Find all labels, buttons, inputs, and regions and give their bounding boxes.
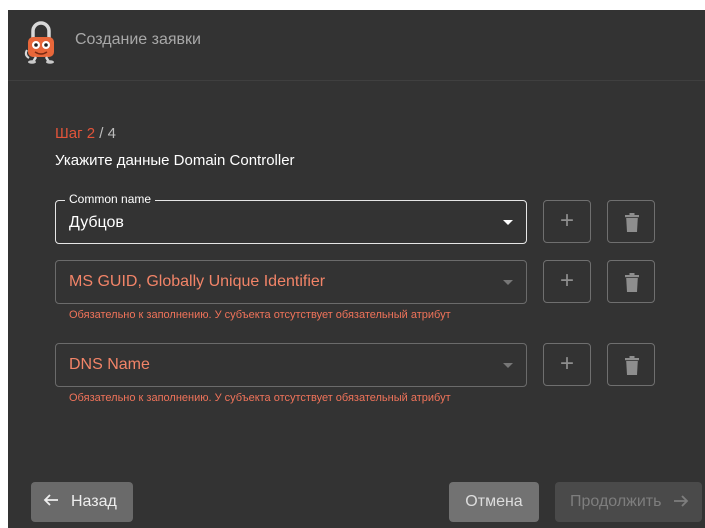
add-attribute-button[interactable]: + — [543, 343, 591, 386]
step-indicator: Шаг 2 / 4 — [55, 125, 116, 142]
arrow-right-icon — [674, 495, 689, 507]
field-value: MS GUID, Globally Unique Identifier — [69, 273, 326, 290]
chevron-down-icon — [503, 363, 513, 368]
back-button[interactable]: Назад — [31, 482, 133, 522]
dns-name-select[interactable]: DNS Name — [55, 343, 527, 387]
chevron-down-icon — [503, 220, 513, 225]
back-label: Назад — [71, 493, 117, 510]
add-attribute-button[interactable]: + — [543, 260, 591, 303]
delete-attribute-button[interactable] — [607, 260, 655, 303]
cancel-button[interactable]: Отмена — [449, 482, 539, 522]
ms-guid-select[interactable]: MS GUID, Globally Unique Identifier — [55, 260, 527, 304]
add-attribute-button[interactable]: + — [543, 200, 591, 243]
padlock-mascot-icon — [22, 20, 60, 64]
delete-attribute-button[interactable] — [607, 343, 655, 386]
plus-icon: + — [559, 350, 574, 377]
arrow-left-icon — [43, 494, 58, 506]
field-value: Дубцов — [69, 214, 124, 231]
trash-icon — [625, 356, 639, 375]
step-subtitle: Укажите данные Domain Controller — [55, 152, 295, 169]
plus-icon: + — [559, 207, 574, 234]
step-total: / 4 — [95, 125, 116, 142]
common-name-select[interactable]: Common name Дубцов — [55, 192, 527, 244]
plus-icon: + — [559, 267, 574, 294]
dialog-header: Создание заявки — [8, 10, 705, 81]
field-value: DNS Name — [69, 356, 150, 373]
request-dialog: Создание заявки Шаг 2 / 4 Укажите данные… — [8, 10, 705, 528]
field-error-message: Обязательно к заполнению. У субъекта отс… — [69, 309, 451, 321]
field-error-message: Обязательно к заполнению. У субъекта отс… — [69, 392, 451, 404]
trash-icon — [625, 273, 639, 292]
delete-attribute-button[interactable] — [607, 200, 655, 243]
continue-button[interactable]: Продолжить — [555, 482, 702, 522]
cancel-label: Отмена — [465, 493, 523, 510]
field-legend: Common name — [65, 192, 156, 206]
trash-icon — [625, 213, 639, 232]
continue-label: Продолжить — [570, 493, 662, 510]
chevron-down-icon — [503, 280, 513, 285]
step-current: Шаг 2 — [55, 125, 96, 142]
dialog-title: Создание заявки — [75, 31, 201, 48]
